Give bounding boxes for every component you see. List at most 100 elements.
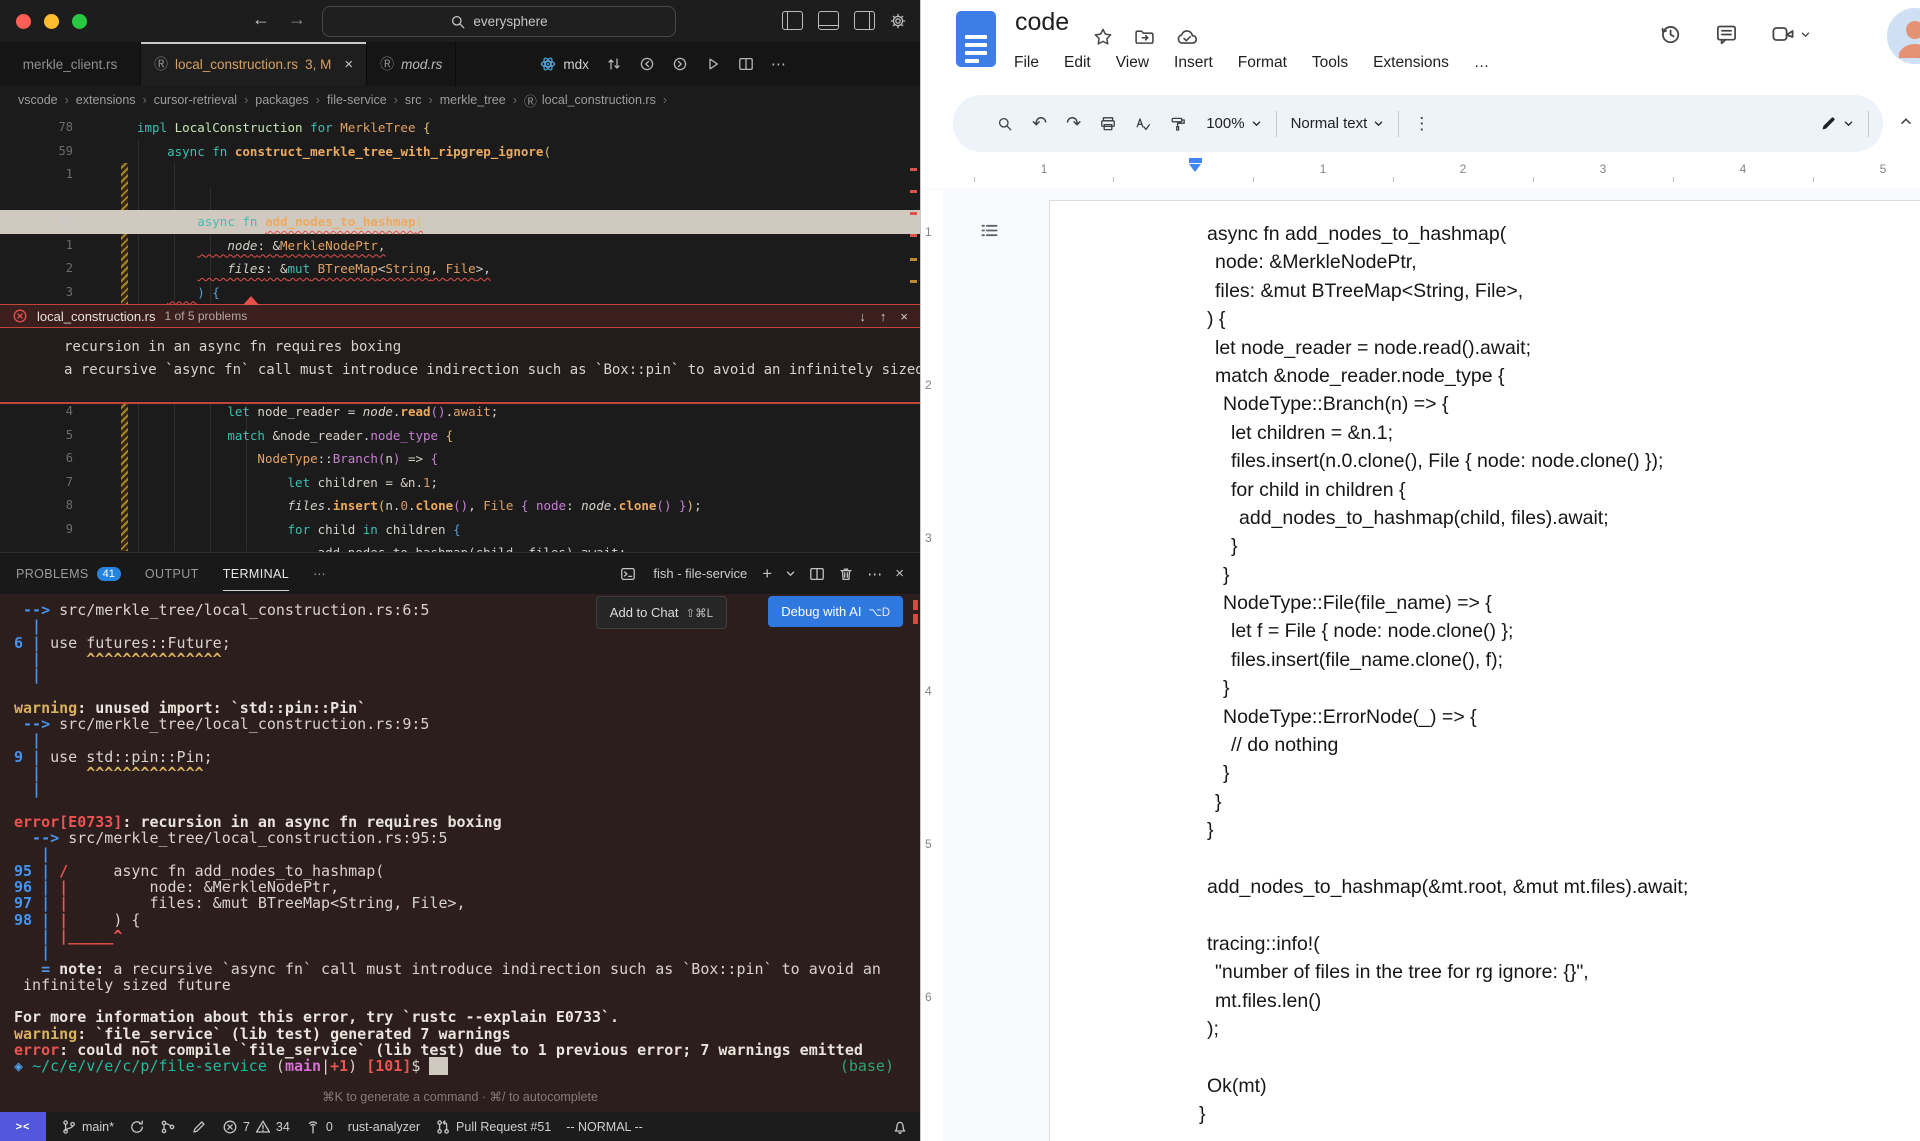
vertical-ruler[interactable]: 123456 (921, 190, 943, 1141)
code-line[interactable] (0, 187, 920, 211)
command-center-search[interactable]: everysphere (322, 6, 676, 37)
maximize-window-icon[interactable] (72, 14, 87, 29)
menu-item-view[interactable]: View (1116, 54, 1149, 72)
tab-problems[interactable]: PROBLEMS 41 (16, 566, 121, 581)
doc-line[interactable] (1049, 845, 1920, 873)
toggle-panel-icon[interactable] (818, 11, 839, 30)
doc-line[interactable]: } (1049, 561, 1920, 589)
doc-line[interactable]: for child in children { (1049, 476, 1920, 504)
doc-line[interactable]: NodeType::File(file_name) => { (1049, 589, 1920, 617)
zoom-select[interactable]: 100% (1206, 115, 1261, 132)
peek-message[interactable]: recursion in an async fn requires boxing… (0, 328, 920, 404)
paint-format-icon[interactable] (1170, 116, 1186, 132)
run-icon[interactable] (705, 56, 721, 72)
navigate-forward-icon[interactable] (672, 56, 688, 72)
peek-prev-icon[interactable]: ↑ (880, 309, 887, 324)
code-line[interactable]: 3 ) { (0, 281, 920, 305)
doc-line[interactable]: let node_reader = node.read().await; (1049, 334, 1920, 362)
redo-icon[interactable]: ↷ (1066, 113, 1081, 134)
menu-item-insert[interactable]: Insert (1174, 54, 1213, 72)
doc-line[interactable]: } (1049, 674, 1920, 702)
doc-line[interactable]: } (1049, 1100, 1920, 1128)
split-editor-icon[interactable] (738, 56, 754, 72)
status-vim-mode[interactable]: -- NORMAL -- (566, 1120, 643, 1134)
meet-video-icon[interactable] (1771, 22, 1795, 46)
toggle-secondary-sidebar-icon[interactable] (854, 11, 875, 30)
star-icon[interactable] (1093, 26, 1113, 48)
doc-line[interactable]: "number of files in the tree for rg igno… (1049, 958, 1920, 986)
status-ports[interactable]: 0 (305, 1119, 333, 1135)
breadcrumb-item[interactable]: extensions (76, 93, 136, 107)
doc-line[interactable]: } (1049, 532, 1920, 560)
close-panel-icon[interactable]: × (895, 565, 904, 582)
code-line[interactable]: 8 files.insert(n.0.clone(), File { node:… (0, 494, 920, 518)
code-line[interactable]: 6 NodeType::Branch(n) => { (0, 447, 920, 471)
move-folder-icon[interactable] (1134, 26, 1155, 48)
editor-code-bottom[interactable]: 4 let node_reader = node.read().await; 5 … (0, 400, 920, 541)
close-window-icon[interactable] (16, 14, 31, 29)
doc-line[interactable]: node: &MerkleNodePtr, (1049, 248, 1920, 276)
toggle-sidebar-icon[interactable] (782, 11, 803, 30)
tab-output[interactable]: OUTPUT (145, 567, 199, 581)
google-docs-logo-icon[interactable] (956, 11, 996, 67)
print-icon[interactable] (1100, 116, 1116, 132)
doc-line[interactable]: mt.files.len() (1049, 987, 1920, 1015)
peek-close-icon[interactable]: × (900, 309, 908, 324)
add-to-chat-button[interactable]: Add to Chat ⇧⌘L (595, 596, 727, 629)
breadcrumb-item[interactable]: cursor-retrieval (154, 93, 237, 107)
doc-line[interactable]: ) { (1049, 305, 1920, 333)
breadcrumb-item[interactable]: local_construction.rs (542, 93, 656, 107)
code-line[interactable]: 1 (0, 163, 920, 187)
debug-with-ai-button[interactable]: Debug with AI ⌥D (768, 596, 903, 627)
terminal-more-icon[interactable]: ⋯ (867, 565, 882, 583)
doc-line[interactable]: } (1049, 816, 1920, 844)
code-line[interactable]: add_nodes_to_hashmap(child, files).await… (0, 541, 920, 552)
terminal-session-label[interactable]: fish - file-service (653, 566, 747, 581)
code-line[interactable]: 2 files: &mut BTreeMap<String, File>, (0, 257, 920, 281)
doc-line[interactable]: files.insert(n.0.clone(), File { node: n… (1049, 447, 1920, 475)
notifications-bell-icon[interactable] (892, 1119, 908, 1135)
breadcrumb-item[interactable]: src (405, 93, 422, 107)
doc-line[interactable]: add_nodes_to_hashmap(child, files).await… (1049, 504, 1920, 532)
tab-local-construction[interactable]: Ⓡ local_construction.rs 3, M × (141, 42, 368, 86)
spellcheck-icon[interactable] (1135, 116, 1151, 132)
comments-icon[interactable] (1715, 23, 1738, 46)
minimize-window-icon[interactable] (44, 14, 59, 29)
menu-item-file[interactable]: File (1014, 54, 1039, 72)
doc-line[interactable]: files: &mut BTreeMap<String, File>, (1049, 277, 1920, 305)
split-terminal-icon[interactable] (809, 566, 825, 582)
doc-line[interactable]: add_nodes_to_hashmap(&mt.root, &mut mt.f… (1049, 873, 1920, 901)
breadcrumb-item[interactable]: vscode (18, 93, 58, 107)
doc-line[interactable]: // do nothing (1049, 731, 1920, 759)
search-icon[interactable] (997, 116, 1013, 132)
status-problems[interactable]: 7 34 (222, 1119, 290, 1135)
code-line[interactable]: 4 let node_reader = node.read().await; (0, 400, 920, 424)
paragraph-style-select[interactable]: Normal text (1291, 115, 1385, 132)
more-actions-icon[interactable]: ⋯ (771, 55, 786, 73)
tab-merkle-client[interactable]: merkle_client.rs (0, 42, 141, 86)
horizontal-ruler[interactable]: 112345 (921, 158, 1920, 188)
doc-line[interactable]: let children = &n.1; (1049, 419, 1920, 447)
doc-line[interactable]: let f = File { node: node.clone() }; (1049, 617, 1920, 645)
menu-item-[interactable]: … (1474, 54, 1490, 72)
meet-dropdown-icon[interactable] (1800, 29, 1811, 40)
undo-icon[interactable]: ↶ (1032, 113, 1047, 134)
version-history-icon[interactable] (1658, 22, 1682, 46)
code-line[interactable]: 5 match &node_reader.node_type { (0, 424, 920, 448)
doc-line[interactable] (1049, 901, 1920, 929)
first-line-indent-marker[interactable] (1189, 158, 1202, 163)
code-line[interactable]: 7 let children = &n.1; (0, 471, 920, 495)
status-git-graph[interactable] (160, 1119, 176, 1135)
doc-line[interactable]: NodeType::ErrorNode(_) => { (1049, 703, 1920, 731)
terminal-dropdown-icon[interactable] (785, 568, 796, 579)
document-text[interactable]: async fn add_nodes_to_hashmap(node: &Mer… (1049, 220, 1920, 1129)
menu-item-tools[interactable]: Tools (1312, 54, 1348, 72)
navigate-back-icon[interactable] (639, 56, 655, 72)
forward-arrow-icon[interactable]: → (288, 9, 306, 30)
kill-terminal-icon[interactable] (838, 566, 854, 582)
status-pull-request[interactable]: Pull Request #51 (435, 1119, 551, 1135)
code-line[interactable]: 78 impl LocalConstruction for MerkleTree … (0, 116, 920, 140)
status-branch[interactable]: main* (61, 1119, 114, 1135)
menu-item-extensions[interactable]: Extensions (1373, 54, 1449, 72)
doc-line[interactable]: } (1049, 759, 1920, 787)
